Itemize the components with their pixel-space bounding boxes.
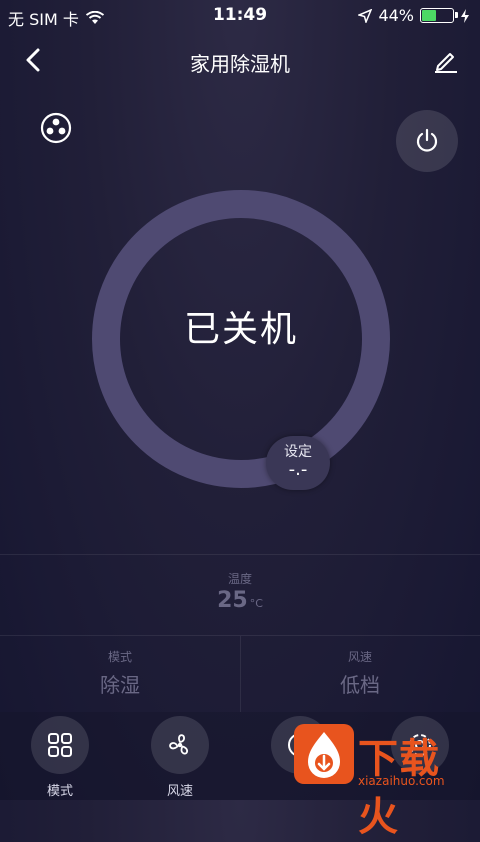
bottom-mode-label: 模式	[46, 784, 73, 799]
temperature-label: 温度	[227, 572, 252, 586]
mode-value: 除湿	[100, 673, 140, 697]
grid-icon	[48, 733, 72, 757]
set-value: -.-	[288, 459, 308, 480]
temperature-value: 25 °C	[0, 588, 480, 613]
mode-circle[interactable]	[31, 716, 89, 774]
divider	[0, 554, 480, 555]
mode-info: 模式 除湿	[0, 648, 240, 698]
nav-bar: 家用除湿机	[0, 40, 480, 80]
bottom-fan-label: 风速	[166, 784, 193, 799]
mode-label: 模式	[107, 650, 132, 664]
bottom-mode-button[interactable]: 模式	[20, 716, 100, 799]
watermark-badge	[294, 724, 354, 784]
power-icon	[416, 128, 438, 152]
fan-circle[interactable]	[151, 716, 209, 774]
fan-speed-info: 风速 低档	[240, 648, 480, 698]
bottom-fan-button[interactable]: 风速	[140, 716, 220, 799]
power-state-text: 已关机	[183, 309, 298, 350]
location-icon	[358, 8, 373, 23]
set-humidity-badge[interactable]: 设定 -.-	[266, 436, 330, 490]
status-right: 44%	[358, 6, 470, 25]
watermark-logo: 下载火 xiazaihuo.com	[294, 724, 472, 840]
share-icon[interactable]	[38, 110, 74, 146]
battery-percent: 44%	[378, 6, 414, 25]
battery-icon	[420, 8, 458, 23]
page-title: 家用除湿机	[190, 52, 290, 76]
temperature-unit: °C	[249, 597, 263, 610]
temperature-number: 25	[217, 588, 248, 613]
watermark-url: xiazaihuo.com	[358, 774, 445, 788]
fan-speed-value: 低档	[340, 673, 380, 697]
fan-icon	[169, 734, 189, 755]
power-button[interactable]	[396, 110, 458, 172]
download-icon	[308, 732, 340, 778]
status-bar: 无 SIM 卡 11:49 44%	[0, 0, 480, 30]
charging-icon	[461, 8, 469, 23]
fan-speed-label: 风速	[347, 650, 372, 664]
set-label: 设定	[284, 444, 312, 460]
edit-icon[interactable]	[432, 46, 460, 74]
